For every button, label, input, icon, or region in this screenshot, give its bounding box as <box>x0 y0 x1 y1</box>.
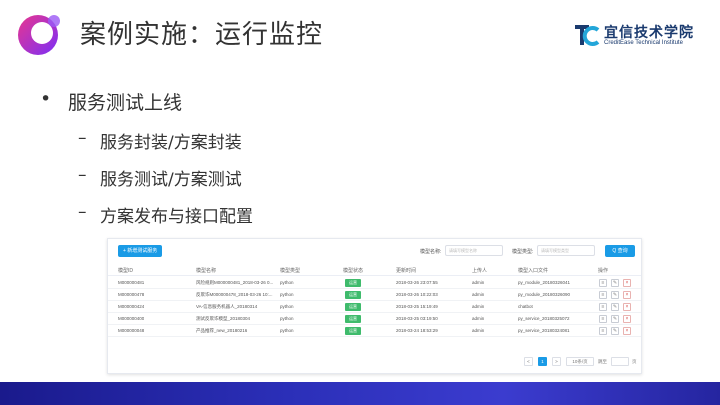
column-header: 上传人 <box>472 268 488 274</box>
column-header: 模型状态 <box>343 268 364 274</box>
cell-user: admin <box>472 280 485 285</box>
cell-entry: py_service_20180325072 <box>518 316 570 321</box>
cell-entry: py_module_20180326090 <box>518 292 571 297</box>
cell-user: admin <box>472 316 485 321</box>
sub-bullet-text: 方案发布与接口配置 <box>100 207 253 227</box>
cell-type: python <box>280 316 294 321</box>
goto-page-input[interactable] <box>611 357 629 366</box>
model-list-panel: + 新增测试服务 模型名称: 请填写模型名称 模型类型: 请填写模型类型 Q 查… <box>107 238 642 374</box>
column-header: 模型类型 <box>280 268 301 274</box>
cell-time: 2018-03-24 18:53:29 <box>396 328 438 333</box>
status-badge: 运营 <box>345 291 361 299</box>
edit-icon[interactable]: ✎ <box>611 279 619 287</box>
column-header: 操作 <box>598 268 609 274</box>
cell-user: admin <box>472 292 485 297</box>
table-row[interactable]: M000000048 产品推荐_new_20180216 python 运营 2… <box>108 325 641 337</box>
bullet-dash: – <box>78 202 87 222</box>
edit-icon[interactable]: ✎ <box>611 327 619 335</box>
bullet-dash: – <box>78 165 87 185</box>
cell-id: M000000048 <box>118 328 145 333</box>
cell-type: python <box>280 292 294 297</box>
cell-type: python <box>280 328 294 333</box>
brand-name-cn: 宜信技术学院 <box>604 25 694 41</box>
cell-time: 2018-03-26 23:07:55 <box>396 280 438 285</box>
filter-name-label: 模型名称: <box>420 249 442 255</box>
sub-bullet-text: 服务测试/方案测试 <box>100 170 242 190</box>
page-size-select[interactable]: 10条/页 <box>566 357 594 366</box>
delete-icon[interactable]: × <box>623 327 631 335</box>
cell-id: M000000424 <box>118 304 145 309</box>
filter-type-label: 模型类型: <box>512 249 534 255</box>
slide-title: 案例实施：运行监控 <box>80 20 324 50</box>
edit-icon[interactable]: ✎ <box>611 315 619 323</box>
bullet-dot: • <box>40 88 52 110</box>
model-type-input[interactable]: 请填写模型类型 <box>537 245 595 256</box>
bullet-main-text: 服务测试上线 <box>68 92 183 114</box>
delete-icon[interactable]: × <box>623 279 631 287</box>
cell-id: M000000400 <box>118 316 145 321</box>
bullet-dash: – <box>78 128 87 148</box>
cell-name: 测试反欺诈模型_20180304 <box>196 316 251 321</box>
cell-id: M000000478 <box>118 292 145 297</box>
cell-id: M000000481 <box>118 280 145 285</box>
cell-entry: py_service_20180324081 <box>518 328 570 333</box>
add-test-service-button[interactable]: + 新增测试服务 <box>118 245 163 257</box>
cell-time: 2018-03-25 15:19:49 <box>396 304 438 309</box>
brand-name-en: CreditEase Technical Institute <box>604 40 683 46</box>
view-icon[interactable]: ≡ <box>599 303 607 311</box>
status-badge: 运营 <box>345 303 361 311</box>
footer-band <box>0 382 720 405</box>
view-icon[interactable]: ≡ <box>599 327 607 335</box>
cell-name: 产品推荐_new_20180216 <box>196 328 248 333</box>
edit-icon[interactable]: ✎ <box>611 291 619 299</box>
cell-time: 2018-03-26 10:22:03 <box>396 292 438 297</box>
delete-icon[interactable]: × <box>623 291 631 299</box>
cell-entry: py_module_20180326041 <box>518 280 571 285</box>
delete-icon[interactable]: × <box>623 315 631 323</box>
cell-type: python <box>280 304 294 309</box>
table-row[interactable]: M000000478 反欺诈M000000478_2018-03-26 10:.… <box>108 289 641 301</box>
sub-bullet-text: 服务封装/方案封装 <box>100 133 242 153</box>
brand-mark-icon <box>575 25 600 46</box>
logo-icon <box>18 15 60 55</box>
column-header: 模型入口文件 <box>518 268 549 274</box>
cell-type: python <box>280 280 294 285</box>
table-row[interactable]: M000000400 测试反欺诈模型_20180304 python 运营 20… <box>108 313 641 325</box>
edit-icon[interactable]: ✎ <box>611 303 619 311</box>
view-icon[interactable]: ≡ <box>599 279 607 287</box>
table-row[interactable]: M000000481 风险规则M000000481_2018-03-26 0..… <box>108 277 641 289</box>
table-header: 模型ID 模型名称 模型类型 模型状态 更新时间 上传人 模型入口文件 操作 <box>108 264 641 276</box>
prev-page-button[interactable]: < <box>524 357 533 366</box>
cell-name: 风险规则M000000481_2018-03-26 0... <box>196 280 274 285</box>
goto-label: 跳至 <box>598 359 607 364</box>
cell-name: 反欺诈M000000478_2018-03-26 10:... <box>196 292 273 297</box>
view-icon[interactable]: ≡ <box>599 291 607 299</box>
table-row[interactable]: M000000424 VA-信息服务机器人_20180314 python 运营… <box>108 301 641 313</box>
cell-user: admin <box>472 328 485 333</box>
status-badge: 运营 <box>345 327 361 335</box>
brand-logo: 宜信技术学院 CreditEase Technical Institute <box>574 22 714 50</box>
cell-time: 2018-03-25 03:19:50 <box>396 316 438 321</box>
query-button[interactable]: Q 查询 <box>605 245 635 257</box>
model-name-input[interactable]: 请填写模型名称 <box>445 245 503 256</box>
goto-suffix: 页 <box>632 359 637 364</box>
column-header: 模型名称 <box>196 268 217 274</box>
cell-user: admin <box>472 304 485 309</box>
status-badge: 运营 <box>345 315 361 323</box>
cell-name: VA-信息服务机器人_20180314 <box>196 304 258 309</box>
column-header: 模型ID <box>118 268 134 274</box>
status-badge: 运营 <box>345 279 361 287</box>
delete-icon[interactable]: × <box>623 303 631 311</box>
next-page-button[interactable]: > <box>552 357 561 366</box>
cell-entry: chatbot <box>518 304 533 309</box>
view-icon[interactable]: ≡ <box>599 315 607 323</box>
page-1-button[interactable]: 1 <box>538 357 547 366</box>
column-header: 更新时间 <box>396 268 417 274</box>
